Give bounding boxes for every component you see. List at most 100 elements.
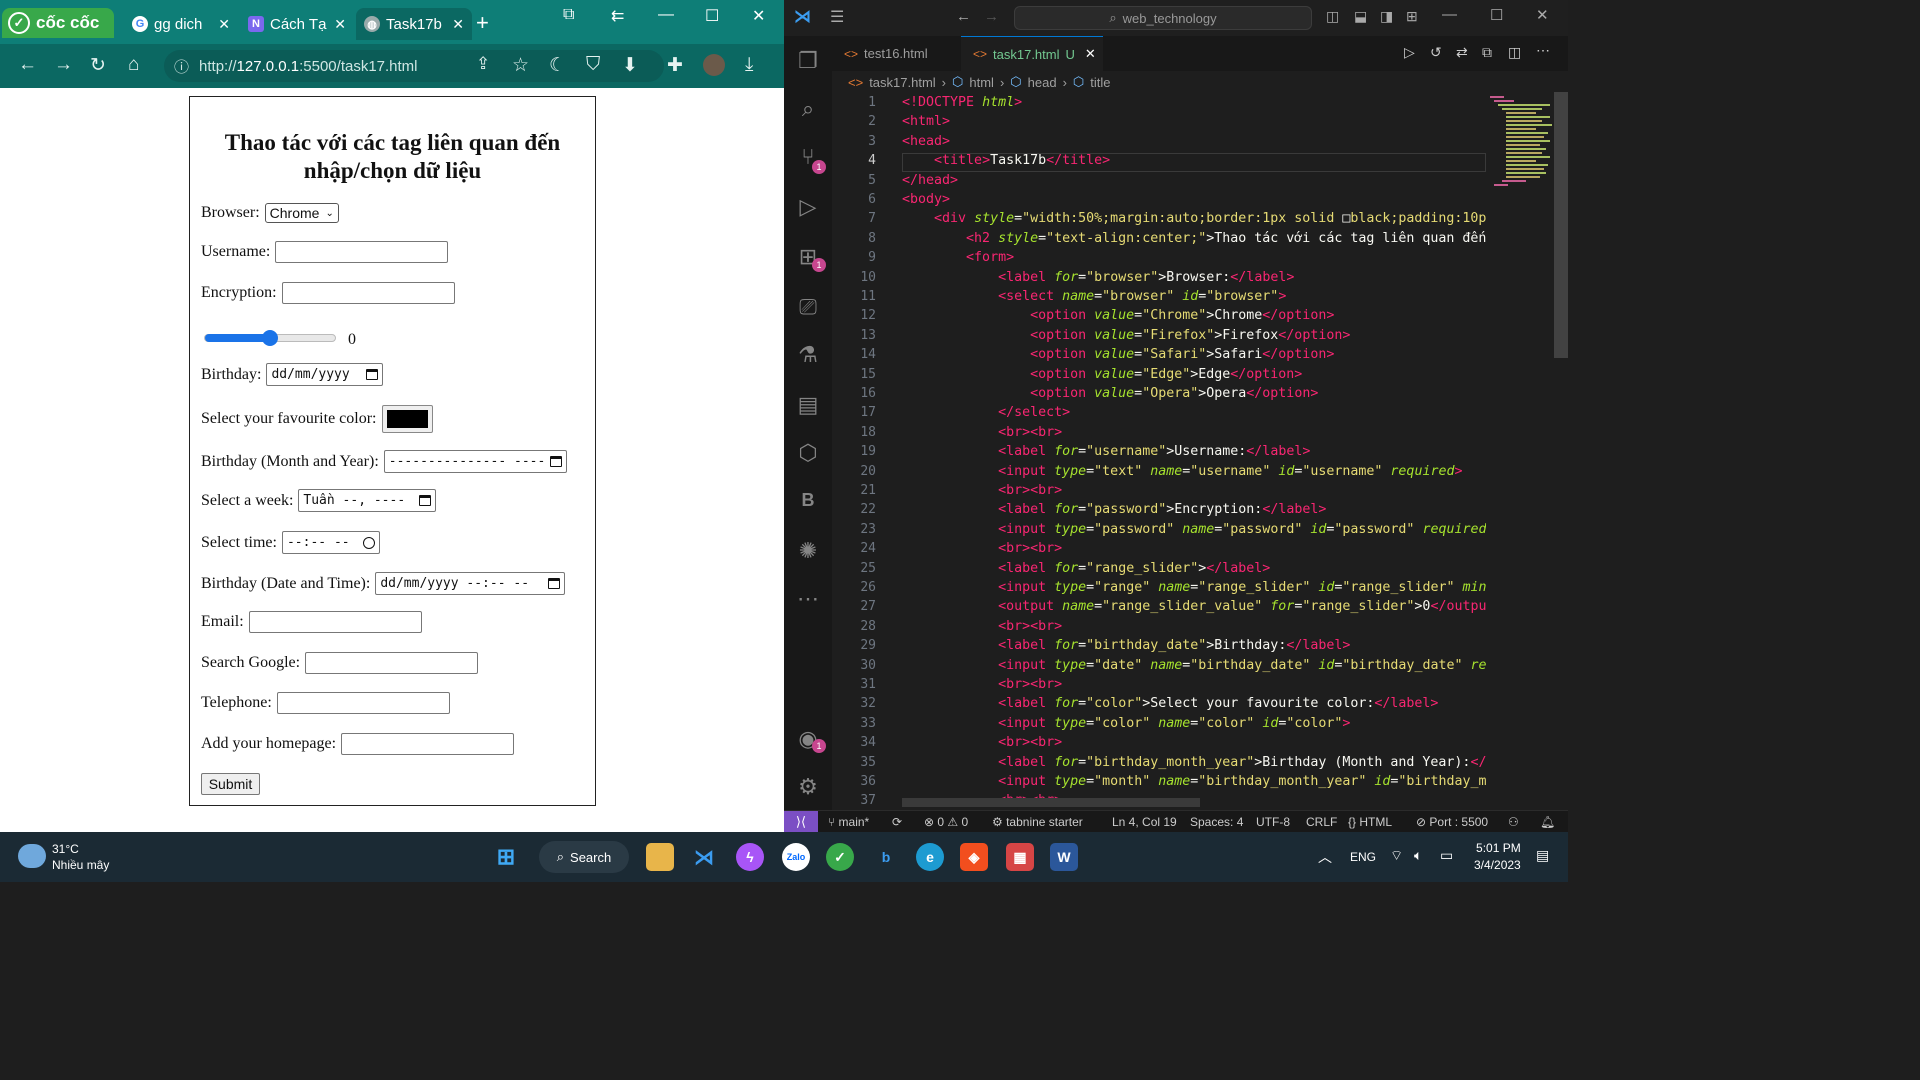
code-line[interactable]: </head> (902, 173, 958, 188)
star-icon[interactable]: ☆ (512, 54, 529, 77)
code-line[interactable]: <input type="password" name="password" i… (902, 522, 1486, 537)
range-slider[interactable] (204, 329, 336, 346)
code-line[interactable]: <input type="range" name="range_slider" … (902, 580, 1486, 595)
datetime-input[interactable]: dd/mm/yyyy --:-- -- (375, 572, 566, 595)
code-line[interactable]: <input type="month" name="birthday_month… (902, 774, 1486, 789)
git-branch[interactable]: ⑂ main* (828, 815, 869, 829)
code-line[interactable]: <head> (902, 134, 950, 149)
weather-cloud-icon[interactable] (18, 844, 46, 868)
code-line[interactable]: <input type="text" name="username" id="u… (902, 464, 1462, 479)
clock-icon[interactable] (362, 536, 375, 549)
horizontal-scrollbar[interactable] (902, 798, 1200, 807)
bing-icon[interactable]: b (872, 843, 900, 871)
weather-widget[interactable]: 31°C Nhiều mây (52, 841, 109, 873)
code-line[interactable]: <br><br> (902, 735, 1062, 750)
reader-icon[interactable]: ⧉ (563, 6, 574, 24)
vscode-taskbar-icon[interactable]: ⋊ (690, 843, 718, 871)
code-line[interactable]: </select> (902, 405, 1070, 420)
back-icon[interactable]: ← (18, 54, 37, 76)
code-editor[interactable]: 1 <!DOCTYPE html> 2 <html> 3 <head> 4 <title>T… (832, 92, 1486, 810)
close-tab-icon[interactable]: ✕ (452, 16, 464, 33)
volume-icon[interactable]: 🔈︎ (1414, 847, 1422, 864)
toggle-secondary-sidebar-icon[interactable]: ◨ (1380, 8, 1393, 25)
coccoc-taskbar-icon[interactable]: ✓ (826, 843, 854, 871)
code-line[interactable]: <option value="Firefox">Firefox</option> (902, 328, 1350, 343)
calendar-icon[interactable] (366, 369, 379, 380)
accounts-status-icon[interactable]: ⚇ (1508, 815, 1519, 829)
code-line[interactable]: <form> (902, 250, 1014, 265)
search-icon[interactable]: ⌕ (796, 96, 820, 122)
code-line[interactable]: <h2 style="text-align:center;">Thao tác … (902, 231, 1486, 246)
tab-cach-tao[interactable]: N Cách Tạ ✕ (240, 8, 354, 40)
tab-task17b[interactable]: ◍ Task17b ✕ (356, 8, 472, 40)
notebook-icon[interactable]: ▤ (796, 392, 820, 418)
close-tab-icon[interactable]: ✕ (1085, 46, 1096, 62)
time-input[interactable]: --:-- -- (281, 531, 380, 554)
code-line[interactable]: <label for="password">Encryption:</label… (902, 502, 1326, 517)
tab-task17[interactable]: <> task17.html U ✕ (961, 36, 1103, 71)
breadcrumb-head[interactable]: head (1028, 75, 1057, 90)
search-input[interactable] (305, 652, 479, 674)
tab-gg-dich[interactable]: G gg dich ✕ (124, 8, 238, 40)
code-line[interactable]: <option value="Opera">Opera</option> (902, 386, 1318, 401)
preview-icon[interactable]: ⧉ (1482, 44, 1492, 61)
browser-select[interactable]: Chrome ⌄ (264, 203, 339, 223)
maximize-button[interactable]: ☐ (1490, 6, 1503, 24)
explorer-icon[interactable]: ❐ (796, 48, 820, 74)
split-editor-icon[interactable]: ◫ (1508, 44, 1521, 61)
code-line[interactable]: <!DOCTYPE html> (902, 95, 1022, 110)
back-list-icon[interactable]: ⇇ (611, 6, 624, 26)
close-tab-icon[interactable]: ✕ (334, 16, 346, 33)
calendar-icon[interactable] (419, 495, 432, 506)
code-line[interactable]: <div style="width:50%;margin:auto;border… (902, 211, 1486, 226)
birthday-date-input[interactable]: dd/mm/yyyy (266, 363, 384, 386)
code-line[interactable]: <input type="color" name="color" id="col… (902, 716, 1350, 731)
toggle-panel-icon[interactable]: ⬓ (1354, 8, 1367, 25)
file-explorer-icon[interactable] (646, 843, 674, 871)
language-indicator[interactable]: ENG (1350, 850, 1376, 864)
settings-gear-icon[interactable]: ⚙ (796, 774, 820, 800)
forward-icon[interactable]: → (54, 54, 73, 76)
breadcrumb-title[interactable]: title (1090, 75, 1110, 90)
month-input[interactable]: --------------- ---- (383, 450, 567, 473)
code-line[interactable]: <label for="range_slider"></label> (902, 561, 1270, 576)
telephone-input[interactable] (276, 692, 450, 714)
run-debug-icon[interactable]: ▷ (796, 194, 820, 220)
profile-avatar[interactable] (703, 54, 725, 76)
indentation[interactable]: Spaces: 4 (1190, 815, 1243, 829)
bootstrap-icon[interactable]: B (796, 490, 820, 511)
download-manager-icon[interactable]: ⬇ (622, 54, 638, 77)
close-window-button[interactable]: ✕ (1536, 6, 1549, 24)
toggle-sidebar-icon[interactable]: ◫ (1326, 8, 1339, 25)
code-line[interactable]: <input type="date" name="birthday_date" … (902, 658, 1486, 673)
command-center-search[interactable]: ⌕ web_technology (1014, 6, 1312, 30)
maximize-button[interactable]: ☐ (705, 6, 719, 26)
remote-explorer-icon[interactable]: ⎚ (796, 294, 820, 320)
notifications-bell-icon[interactable]: 🔔︎ (1540, 815, 1555, 829)
problems-indicator[interactable]: ⊗ 0 ⚠ 0 (924, 815, 968, 829)
calendar-icon[interactable] (548, 578, 561, 589)
edge-icon[interactable]: e (916, 843, 944, 871)
chatgpt-icon[interactable]: ✺ (796, 538, 820, 564)
code-line[interactable]: <select name="browser" id="browser"> (902, 289, 1286, 304)
notification-icon[interactable]: ▤ (1536, 847, 1549, 864)
minimap[interactable] (1486, 92, 1556, 192)
live-server-port[interactable]: ⊘ Port : 5500 (1416, 815, 1488, 829)
code-line[interactable]: <label for="browser">Browser:</label> (902, 270, 1294, 285)
submit-button[interactable]: Submit (201, 773, 260, 795)
breadcrumb-file[interactable]: task17.html (869, 75, 935, 90)
back-icon[interactable]: ← (956, 8, 971, 25)
tabnine-status[interactable]: ⚙ tabnine starter (992, 815, 1083, 829)
calendar-icon[interactable] (549, 456, 562, 467)
file-encoding[interactable]: UTF-8 (1256, 815, 1290, 829)
shield-icon[interactable]: ⛉ (586, 54, 600, 76)
run-icon[interactable]: ▷ (1404, 44, 1415, 61)
word-icon[interactable]: W (1050, 843, 1078, 871)
minimize-button[interactable]: — (658, 6, 674, 24)
new-tab-button[interactable]: + (476, 10, 489, 36)
remote-indicator-icon[interactable]: ⟩⟨ (784, 811, 818, 833)
wifi-icon[interactable]: ⌔ (1390, 847, 1403, 865)
code-line[interactable]: <br><br> (902, 541, 1062, 556)
language-mode[interactable]: {} HTML (1348, 815, 1392, 829)
cursor-position[interactable]: Ln 4, Col 19 (1112, 815, 1177, 829)
